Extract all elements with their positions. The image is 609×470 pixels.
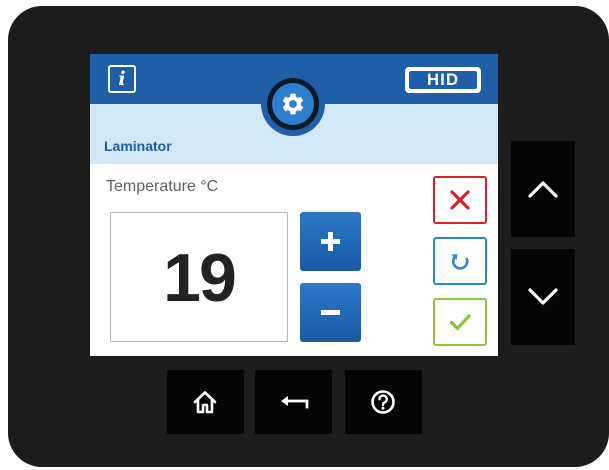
info-icon: i: [118, 68, 126, 90]
scroll-up-button[interactable]: [511, 141, 575, 237]
temperature-value-field: 19: [110, 212, 288, 342]
close-icon: [450, 190, 470, 210]
display-screen: i HID Laminator Temperature °C 19: [90, 54, 498, 356]
minus-icon: [321, 310, 340, 315]
confirm-button[interactable]: [433, 298, 487, 346]
hid-logo: HID: [405, 67, 481, 93]
settings-button[interactable]: [261, 72, 325, 136]
info-button[interactable]: i: [108, 65, 136, 93]
settings-button-ring: [267, 78, 319, 130]
settings-button-face: [272, 83, 314, 125]
page-title: Laminator: [104, 138, 172, 154]
back-arrow-icon: [281, 396, 309, 409]
logo-text: HID: [409, 71, 477, 89]
decrease-button[interactable]: [300, 283, 361, 342]
home-button[interactable]: [167, 370, 244, 434]
scroll-down-button[interactable]: [511, 249, 575, 345]
plus-icon-vertical: [328, 232, 333, 251]
check-icon: [449, 314, 471, 331]
increase-button[interactable]: [300, 212, 361, 271]
chevron-up-icon: [528, 181, 558, 198]
home-icon: [193, 391, 217, 414]
back-button[interactable]: [255, 370, 332, 434]
parameter-label: Temperature °C: [106, 178, 219, 195]
temperature-value: 19: [163, 240, 237, 316]
reset-button[interactable]: [433, 237, 487, 285]
chevron-down-icon: [528, 288, 558, 305]
help-icon: [371, 390, 395, 414]
cancel-button[interactable]: [433, 176, 487, 224]
help-button[interactable]: [345, 370, 422, 434]
gear-icon: [282, 93, 304, 115]
refresh-icon: [451, 254, 469, 270]
